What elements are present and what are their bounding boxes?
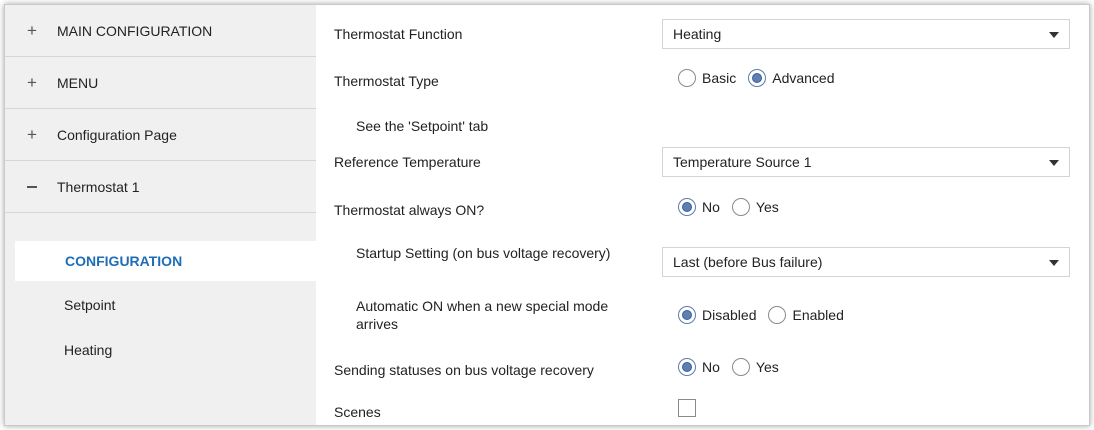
select-value: Heating xyxy=(673,26,722,42)
sidebar-group-main-configuration[interactable]: + MAIN CONFIGURATION xyxy=(5,5,316,57)
radio-label: Yes xyxy=(755,199,779,215)
radio-enabled[interactable]: Enabled xyxy=(768,306,844,324)
sidebar: + MAIN CONFIGURATION + MENU + Configurat… xyxy=(5,5,331,425)
radio-button[interactable] xyxy=(678,358,696,376)
sidebar-item-heating[interactable]: Heating xyxy=(5,330,316,370)
thermostat-function-select[interactable]: Heating xyxy=(662,19,1070,49)
radio-label: No xyxy=(702,199,720,215)
radio-disabled[interactable]: Disabled xyxy=(678,306,756,324)
app-window: + MAIN CONFIGURATION + MENU + Configurat… xyxy=(4,4,1090,426)
radio-basic[interactable]: Basic xyxy=(678,69,736,87)
scenes-checkbox[interactable] xyxy=(678,399,696,417)
collapse-minus-icon[interactable] xyxy=(24,177,40,197)
dropdown-arrow-icon xyxy=(1049,32,1059,38)
sidebar-group-label: MAIN CONFIGURATION xyxy=(57,22,213,39)
dropdown-arrow-icon xyxy=(1049,160,1059,166)
field-label: Thermostat always ON? xyxy=(334,202,485,218)
radio-button[interactable] xyxy=(768,306,787,324)
radio-no[interactable]: No xyxy=(678,358,720,376)
expand-plus-icon[interactable]: + xyxy=(24,125,40,145)
radio-advanced[interactable]: Advanced xyxy=(748,69,835,87)
dropdown-arrow-icon xyxy=(1049,260,1059,266)
radio-button[interactable] xyxy=(731,358,750,376)
field-label: Scenes xyxy=(334,404,381,420)
select-value: Last (before Bus failure) xyxy=(673,254,823,270)
radio-label: Advanced xyxy=(772,70,835,86)
configuration-panel: Thermostat Function Heating Thermostat T… xyxy=(316,5,1089,425)
field-label: Automatic ON when a new special mode arr… xyxy=(356,298,609,332)
startup-setting-select[interactable]: Last (before Bus failure) xyxy=(662,247,1070,277)
radio-label: No xyxy=(702,359,720,375)
radio-button[interactable] xyxy=(731,198,750,216)
radio-button[interactable] xyxy=(748,69,767,87)
sidebar-group-label: Configuration Page xyxy=(57,126,177,143)
sidebar-group-thermostat-1[interactable]: Thermostat 1 xyxy=(5,161,316,213)
sidebar-item-label: Heating xyxy=(64,342,113,358)
field-label: Startup Setting (on bus voltage recovery… xyxy=(356,245,611,261)
radio-label: Yes xyxy=(755,359,779,375)
radio-button[interactable] xyxy=(678,198,696,216)
setpoint-note-text: See the 'Setpoint' tab xyxy=(356,118,489,134)
sidebar-item-label: CONFIGURATION xyxy=(65,253,183,269)
sending-statuses-radio-group: No Yes xyxy=(678,358,791,376)
radio-yes[interactable]: Yes xyxy=(731,198,779,216)
expand-plus-icon[interactable]: + xyxy=(24,73,40,93)
radio-button[interactable] xyxy=(678,69,696,87)
field-label: Thermostat Function xyxy=(334,26,463,42)
radio-label: Basic xyxy=(702,70,737,86)
radio-label: Enabled xyxy=(792,307,844,323)
thermostat-type-radio-group: Basic Advanced xyxy=(678,69,847,87)
sidebar-item-setpoint[interactable]: Setpoint xyxy=(5,285,316,325)
sidebar-item-label: Setpoint xyxy=(64,297,116,313)
select-value: Temperature Source 1 xyxy=(673,154,812,170)
automatic-on-radio-group: Disabled Enabled xyxy=(678,306,856,324)
field-label: Thermostat Type xyxy=(334,73,439,89)
sidebar-group-menu[interactable]: + MENU xyxy=(5,57,316,109)
radio-button[interactable] xyxy=(678,306,696,324)
radio-label: Disabled xyxy=(702,307,757,323)
radio-yes[interactable]: Yes xyxy=(731,358,779,376)
radio-no[interactable]: No xyxy=(678,198,720,216)
sidebar-group-label: Thermostat 1 xyxy=(57,178,140,195)
reference-temperature-select[interactable]: Temperature Source 1 xyxy=(662,147,1070,177)
sidebar-item-configuration[interactable]: CONFIGURATION xyxy=(15,241,331,281)
always-on-radio-group: No Yes xyxy=(678,198,791,216)
sidebar-group-label: MENU xyxy=(57,74,99,91)
field-label: Reference Temperature xyxy=(334,154,481,170)
expand-plus-icon[interactable]: + xyxy=(24,21,40,41)
sidebar-group-configuration-page[interactable]: + Configuration Page xyxy=(5,109,316,161)
field-label: Sending statuses on bus voltage recovery xyxy=(334,362,594,378)
